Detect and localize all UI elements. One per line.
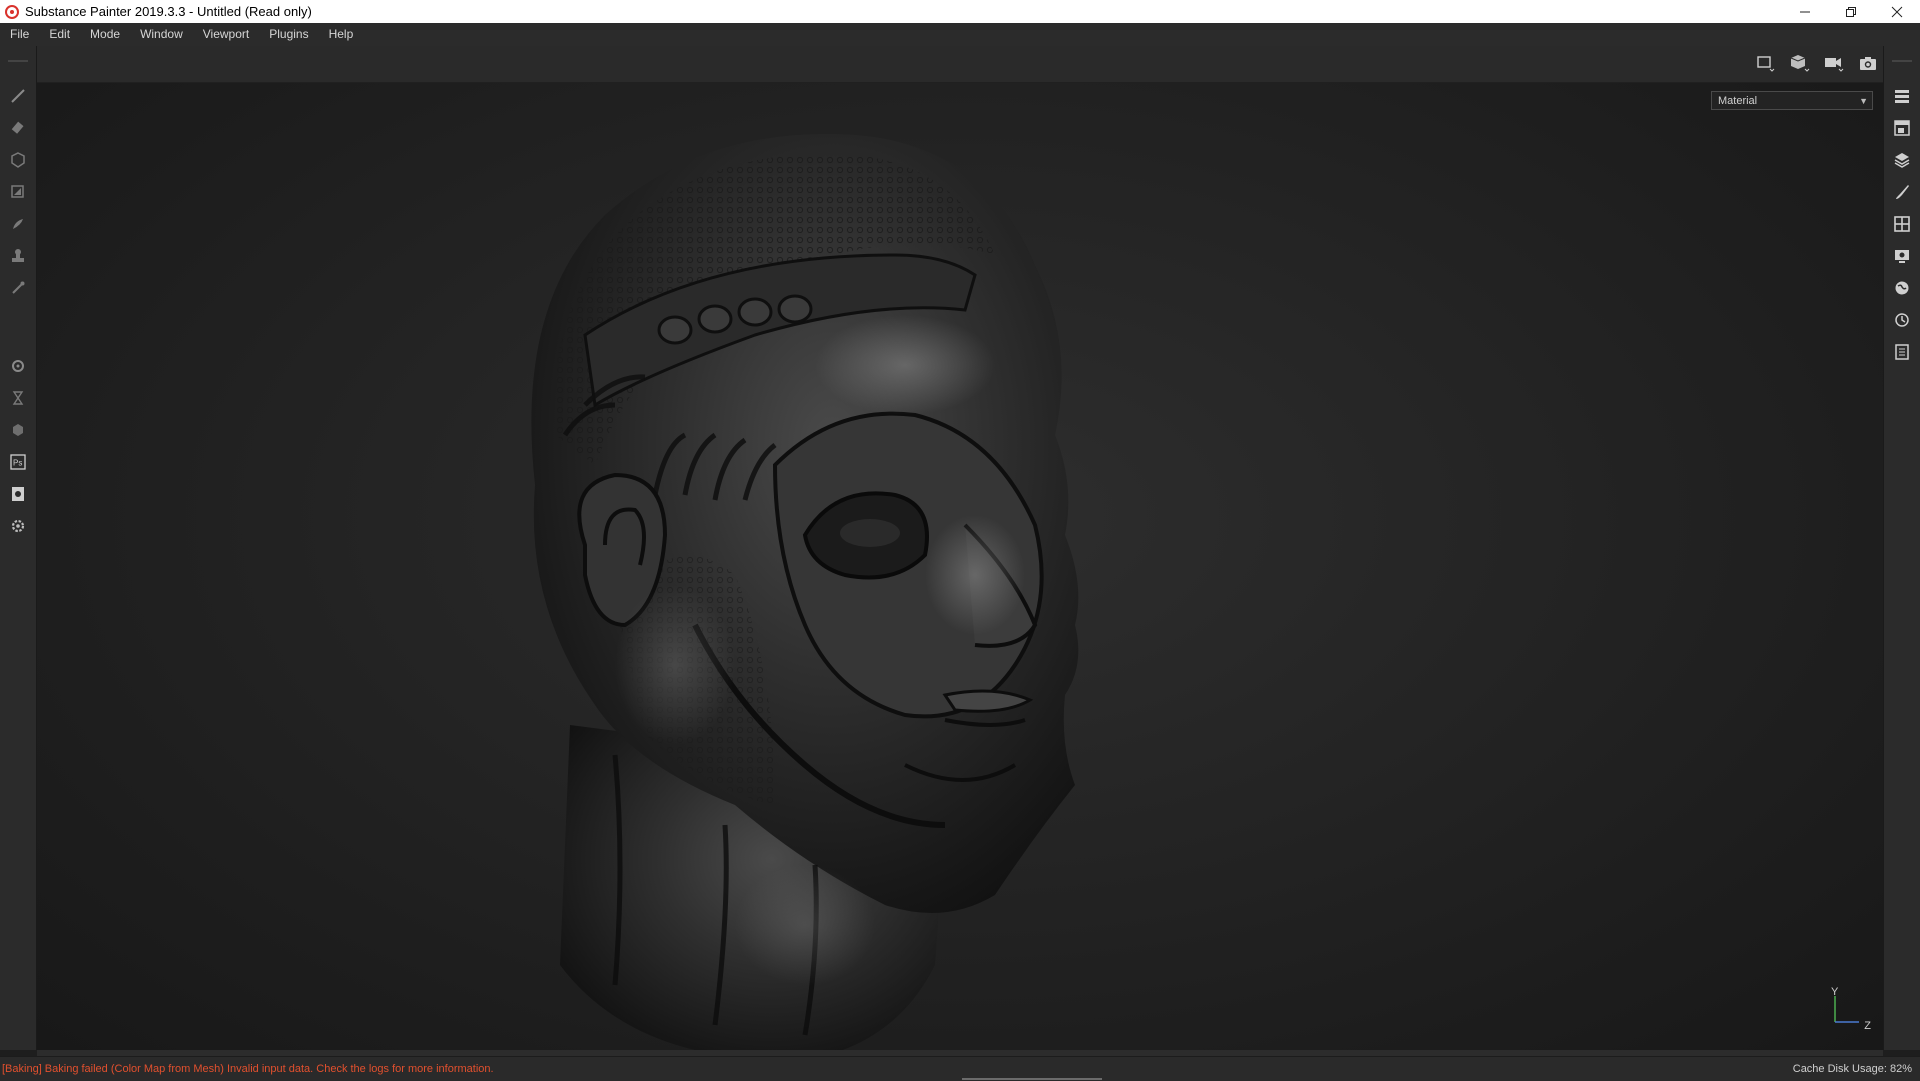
title-bar: Substance Painter 2019.3.3 - Untitled (R…: [0, 0, 1920, 23]
bake-settings-icon[interactable]: [6, 354, 30, 378]
menu-mode[interactable]: Mode: [80, 23, 130, 46]
chevron-down-icon: ▼: [1859, 96, 1868, 106]
photoshop-icon[interactable]: Ps: [6, 450, 30, 474]
layers-list-icon[interactable]: [1890, 84, 1914, 108]
substance-painter-app-icon: [5, 4, 19, 19]
color-picker-icon[interactable]: [6, 276, 30, 300]
viewport-mode-value: Material: [1718, 95, 1758, 107]
left-tool-strip: Ps: [0, 46, 37, 1050]
sculpted-head-model[interactable]: [475, 105, 1195, 1050]
grip-handle[interactable]: [8, 60, 28, 62]
menu-edit[interactable]: Edit: [39, 23, 80, 46]
minimize-icon[interactable]: [1782, 0, 1828, 23]
menu-plugins[interactable]: Plugins: [259, 23, 318, 46]
status-bar: [Baking] Baking failed (Color Map from M…: [0, 1056, 1920, 1081]
cache-disk-usage: Cache Disk Usage: 82%: [1793, 1063, 1912, 1075]
paint-brush-icon[interactable]: [6, 84, 30, 108]
log-icon[interactable]: [1890, 340, 1914, 364]
3d-view-icon[interactable]: [1788, 52, 1812, 74]
viewport-toolbar: [36, 46, 1884, 83]
menu-window[interactable]: Window: [130, 23, 193, 46]
restore-icon[interactable]: [1828, 0, 1874, 23]
projection-icon[interactable]: [6, 148, 30, 172]
iray-icon[interactable]: [6, 418, 30, 442]
smudge-icon[interactable]: [6, 212, 30, 236]
3d-viewport[interactable]: Material ▼ Y Z: [37, 83, 1883, 1050]
screenshot-icon[interactable]: [1856, 52, 1880, 74]
history-icon[interactable]: [1890, 308, 1914, 332]
settings-icon[interactable]: [6, 514, 30, 538]
eraser-icon[interactable]: [6, 116, 30, 140]
viewport-mode-select[interactable]: Material ▼: [1711, 91, 1873, 110]
window-title: Substance Painter 2019.3.3 - Untitled (R…: [25, 4, 312, 19]
cache-value: 82%: [1889, 1063, 1912, 1075]
camera-icon[interactable]: [1822, 52, 1846, 74]
polygon-fill-icon[interactable]: [6, 180, 30, 204]
menu-viewport[interactable]: Viewport: [193, 23, 259, 46]
2d-view-icon[interactable]: [1754, 52, 1778, 74]
right-dock: [1883, 46, 1920, 1050]
display-settings-icon[interactable]: [1890, 244, 1914, 268]
close-icon[interactable]: [1874, 0, 1920, 23]
axis-gizmo: Y Z: [1831, 986, 1871, 1032]
layers-icon[interactable]: [1890, 148, 1914, 172]
brush-properties-icon[interactable]: [1890, 180, 1914, 204]
texture-set-settings-icon[interactable]: [1890, 212, 1914, 236]
menu-file[interactable]: File: [0, 23, 39, 46]
axis-z-label: Z: [1864, 1020, 1871, 1032]
cache-label: Cache Disk Usage:: [1792, 1063, 1887, 1075]
clone-icon[interactable]: [6, 244, 30, 268]
hourglass-icon[interactable]: [6, 386, 30, 410]
status-error-message[interactable]: [Baking] Baking failed (Color Map from M…: [2, 1063, 494, 1075]
svg-text:Ps: Ps: [13, 459, 22, 468]
grip-handle[interactable]: [1892, 60, 1912, 62]
environment-icon[interactable]: [1890, 276, 1914, 300]
texture-set-icon[interactable]: [1890, 116, 1914, 140]
export-icon[interactable]: [6, 482, 30, 506]
menu-bar: File Edit Mode Window Viewport Plugins H…: [0, 23, 1920, 46]
menu-help[interactable]: Help: [319, 23, 364, 46]
